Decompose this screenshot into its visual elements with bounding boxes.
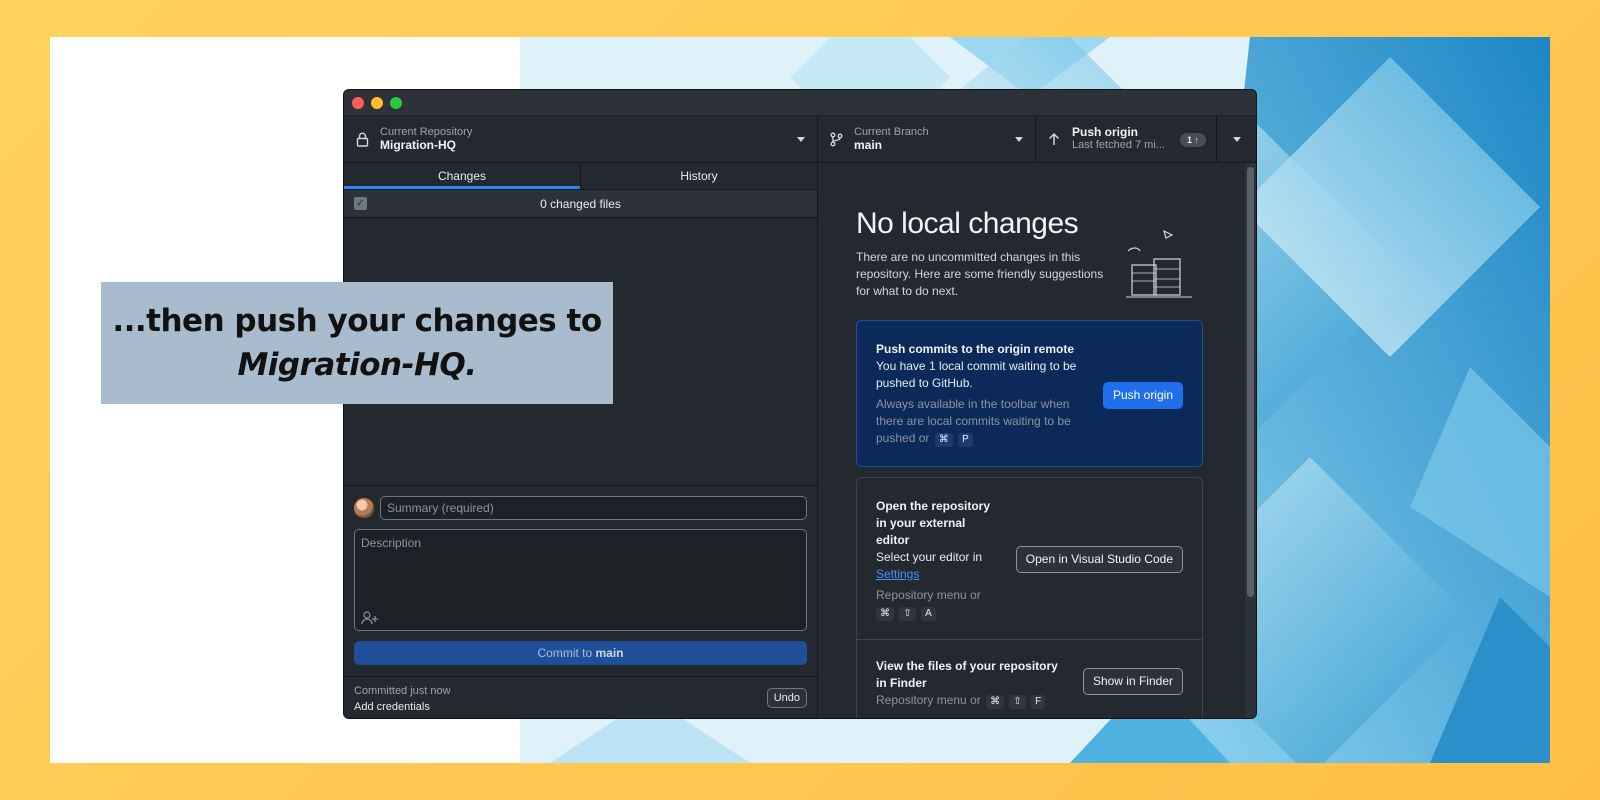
- commit-button[interactable]: Commit to main: [354, 641, 807, 665]
- changes-sidebar: Changes History ✓ 0 changed files Summar…: [344, 163, 818, 718]
- minimize-window-button[interactable]: [371, 96, 383, 109]
- show-in-finder-card: View the files of your repository in Fin…: [856, 640, 1203, 718]
- commit-button-prefix: Commit to: [537, 646, 596, 660]
- current-repository-button[interactable]: Current Repository Migration-HQ: [344, 116, 818, 162]
- summary-input[interactable]: Summary (required): [380, 496, 807, 520]
- tab-history[interactable]: History: [580, 163, 817, 189]
- f-key: F: [1031, 695, 1046, 709]
- last-commit-time: Committed just now: [354, 685, 451, 697]
- shift-key: ⇧: [899, 607, 916, 621]
- editor-card-text: Select your editor in: [876, 550, 983, 564]
- push-card-text: You have 1 local commit waiting to be pu…: [876, 359, 1077, 390]
- finder-card-title: View the files of your repository in Fin…: [876, 659, 1058, 690]
- ahead-count-badge: 1 ↑: [1179, 133, 1206, 147]
- push-card-hint-row: Always available in the toolbar when the…: [876, 396, 1081, 447]
- push-origin-card-button[interactable]: Push origin: [1102, 382, 1183, 409]
- chevron-down-icon: [1232, 136, 1241, 142]
- commit-button-branch: main: [595, 646, 624, 660]
- caption-line-1: ...then push your changes to: [112, 303, 602, 339]
- repository-name: Migration-HQ: [380, 138, 456, 152]
- empty-state-illustration: [1126, 229, 1192, 298]
- editor-card-title: Open the repository in your external edi…: [876, 499, 991, 547]
- finder-card-hint: Repository menu or: [876, 693, 981, 707]
- editor-card-hint: Repository menu or: [876, 588, 981, 602]
- last-commit-panel: Committed just now Add credentials Undo: [344, 676, 817, 718]
- toolbar: Current Repository Migration-HQ Current …: [344, 116, 1256, 163]
- editor-card-hint-row: Repository menu or ⌘ ⇧ A: [876, 587, 1182, 621]
- branch-name: main: [854, 138, 883, 152]
- arrow-up-icon: [1046, 131, 1062, 147]
- show-in-finder-button[interactable]: Show in Finder: [1082, 668, 1183, 695]
- current-branch-button[interactable]: Current Branch main: [818, 116, 1036, 162]
- settings-link[interactable]: Settings: [876, 567, 919, 581]
- command-key: ⌘: [876, 607, 894, 621]
- changed-files-header: ✓ 0 changed files: [344, 190, 817, 218]
- p-key: P: [958, 433, 973, 447]
- caption-line-2: Migration-HQ.: [237, 347, 477, 383]
- description-placeholder: Description: [361, 536, 422, 550]
- shift-key: ⇧: [1009, 695, 1026, 709]
- open-in-editor-button[interactable]: Open in Visual Studio Code: [1015, 546, 1183, 573]
- git-branch-icon: [828, 131, 844, 147]
- add-coauthor-icon[interactable]: [361, 611, 379, 625]
- scrollbar-thumb[interactable]: [1247, 167, 1254, 597]
- editor-card-text-row: Select your editor in Settings: [876, 549, 996, 583]
- undo-button[interactable]: Undo: [766, 688, 807, 708]
- select-all-checkbox[interactable]: ✓: [354, 197, 367, 210]
- push-options-dropdown[interactable]: [1217, 116, 1256, 162]
- command-key: ⌘: [986, 695, 1005, 709]
- push-card-hint: Always available in the toolbar when the…: [876, 397, 1071, 445]
- close-window-button[interactable]: [352, 96, 364, 109]
- caption-box: ...then push your changes to Migration-H…: [101, 282, 613, 404]
- tab-changes[interactable]: Changes: [344, 163, 580, 189]
- description-input[interactable]: Description: [354, 529, 807, 631]
- no-changes-panel: No local changes There are no uncommitte…: [818, 163, 1256, 718]
- zoom-window-button[interactable]: [390, 96, 402, 109]
- push-label: Push origin: [1072, 125, 1138, 139]
- last-fetched-text: Last fetched 7 mi...: [1072, 139, 1165, 151]
- sidebar-tabs: Changes History: [344, 163, 817, 190]
- github-desktop-window: Current Repository Migration-HQ Current …: [343, 89, 1257, 719]
- push-origin-button[interactable]: Push origin Last fetched 7 mi... 1 ↑: [1036, 116, 1217, 162]
- push-commits-card: Push commits to the origin remote You ha…: [856, 320, 1203, 467]
- push-card-title: Push commits to the origin remote: [876, 342, 1075, 356]
- commit-form: Summary (required) Description Commit to…: [344, 486, 817, 676]
- avatar: [354, 498, 374, 518]
- lock-icon: [354, 131, 370, 147]
- last-commit-message: Add credentials: [354, 701, 430, 713]
- open-editor-card: Open the repository in your external edi…: [856, 477, 1203, 640]
- chevron-down-icon: [797, 137, 805, 142]
- title-bar: [344, 90, 1256, 116]
- chevron-down-icon: [1015, 137, 1023, 142]
- no-changes-description: There are no uncommitted changes in this…: [856, 250, 1104, 298]
- command-key: ⌘: [934, 433, 953, 447]
- a-key: A: [921, 607, 936, 621]
- changed-files-count: 0 changed files: [540, 196, 621, 211]
